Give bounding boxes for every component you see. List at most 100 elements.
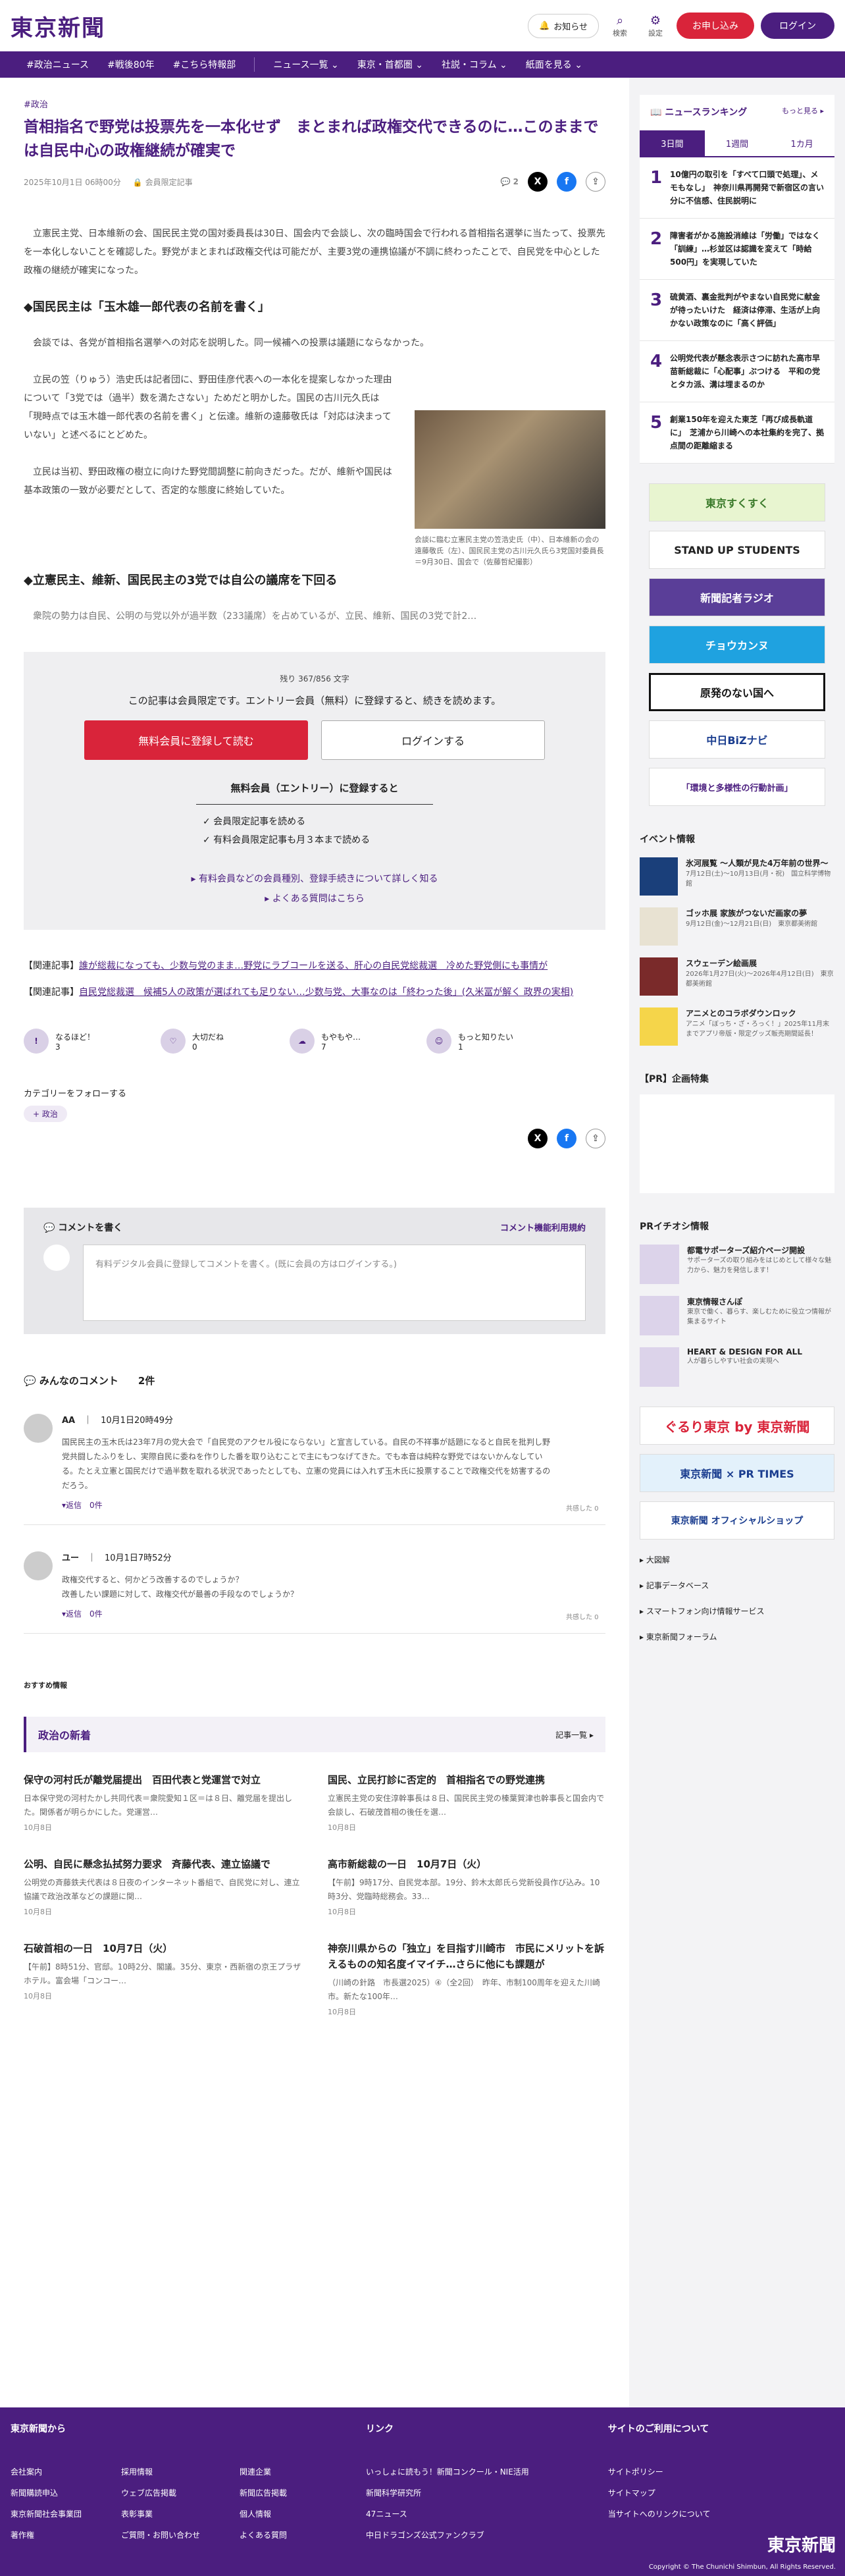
pr-item[interactable]: HEART & DESIGN FOR ALL 人が暮らしやすい社会の実現へ <box>640 1347 834 1387</box>
side-link[interactable]: ▸ 東京新聞フォーラム <box>640 1632 717 1642</box>
footer-link[interactable]: よくある質問 <box>240 2531 287 2540</box>
reaction-naruhodo[interactable]: ! なるほど！ 3 <box>24 1029 95 1054</box>
latest-more-link[interactable]: 記事一覧 ▸ <box>555 1729 594 1740</box>
reaction-label: なるほど！ <box>55 1032 95 1042</box>
ranking-item[interactable]: 3 硫黄酒、裏金批判がやまない自民党に献金が待ったいけた 経済は停滞、生活が上向か… <box>640 280 834 341</box>
register-button[interactable]: お申し込み <box>677 13 754 39</box>
banner-genpatsu[interactable]: 原発のない国へ <box>649 673 825 711</box>
comment-rules-link[interactable]: コメント機能利用規約 <box>500 1221 586 1234</box>
event-item[interactable]: スウェーデン絵画展 2026年1月27日(火)〜2026年4月12日(日) 東京都… <box>640 957 834 996</box>
nav-tokyo[interactable]: 東京・首都圏 ⌄ <box>357 58 423 71</box>
faq-link[interactable]: ▸ よくある質問はこちら <box>265 894 364 904</box>
share-icon[interactable]: ⇪ <box>586 1129 605 1148</box>
footer-link[interactable]: 中日ドラゴンズ公式ファンクラブ <box>366 2531 484 2540</box>
footer-link[interactable]: 当サイトへのリンクについて <box>608 2509 711 2519</box>
banner-shop[interactable]: 東京新聞 オフィシャルショップ <box>640 1501 834 1540</box>
side-link[interactable]: ▸ スマートフォン向け情報サービス <box>640 1607 764 1616</box>
share-icon[interactable]: ⇪ <box>586 172 605 192</box>
footer-link[interactable]: ご質問・お問い合わせ <box>121 2531 200 2540</box>
reply-toggle[interactable]: ▾返信 0件 <box>62 1498 557 1513</box>
ranking-more-link[interactable]: もっと見る ▸ <box>782 105 824 119</box>
footer-link[interactable]: ウェブ広告掲載 <box>121 2488 176 2498</box>
event-item[interactable]: アニメとのコラボダウンロック アニメ「ぼっち・ざ・ろっく！」2025年11月末まで… <box>640 1007 834 1046</box>
comment-count[interactable]: 💬 2 <box>501 177 519 186</box>
footer-link[interactable]: 47ニュース <box>366 2509 407 2519</box>
article-photo[interactable] <box>415 410 605 529</box>
nav-editorial[interactable]: 社説・コラム ⌄ <box>442 58 507 71</box>
nav-news-list[interactable]: ニュース一覧 ⌄ <box>273 58 338 71</box>
news-item[interactable]: 神奈川県からの「独立」を目指す川崎市 市民にメリットを訴えるものの知名度イマイチ… <box>328 1941 605 2017</box>
paywall-login-button[interactable]: ログインする <box>321 720 545 760</box>
facebook-share-icon[interactable]: f <box>557 172 576 192</box>
comment-author: ユー <box>62 1553 80 1563</box>
nav-postwar80[interactable]: #戦後80年 <box>107 58 155 71</box>
banner-standup[interactable]: STAND UP STUDENTS <box>649 531 825 569</box>
news-item[interactable]: 国民、立民打診に否定的 首相指名での野党連携 立憲民主党の安住淳幹事長は８日、国民… <box>328 1772 605 1833</box>
banner-choukanu[interactable]: チョウカンヌ <box>649 626 825 664</box>
related-link[interactable]: 自民党総裁選 候補5人の政策が選ばれても足りない…少数与党、大事なのは「終わった… <box>79 987 573 998</box>
footer-logo[interactable]: 東京新聞 <box>767 2532 836 2556</box>
news-item[interactable]: 保守の河村氏が離党届提出 百田代表と党運営で対立 日本保守党の河村たかし共同代表＝… <box>24 1772 301 1833</box>
site-logo[interactable]: 東京新聞 <box>11 10 105 42</box>
notice-button[interactable]: 🔔 お知らせ <box>528 13 599 38</box>
footer-link[interactable]: 表彰事業 <box>121 2509 153 2519</box>
side-link[interactable]: ▸ 大図解 <box>640 1555 670 1565</box>
banner-radio[interactable]: 新聞記者ラジオ <box>649 578 825 616</box>
footer-link[interactable]: 新聞購読申込 <box>11 2488 58 2498</box>
tab-3days[interactable]: 3日間 <box>640 130 705 156</box>
nav-tokuho[interactable]: #こちら特報部 <box>173 58 236 71</box>
category-tag[interactable]: #政治 <box>24 100 48 110</box>
search-button[interactable]: ⌕ 検索 <box>605 14 634 38</box>
banner-gururi[interactable]: ぐるり東京 by 東京新聞 <box>640 1407 834 1445</box>
footer-link[interactable]: サイトポリシー <box>608 2467 663 2477</box>
pr-plan-heading: 【PR】企画特集 <box>640 1074 709 1085</box>
pr-item[interactable]: 東京情報さんぽ 東京で働く、暮らす、楽しむために役立つ情報が集まるサイト <box>640 1296 834 1335</box>
facebook-share-icon[interactable]: f <box>557 1129 576 1148</box>
footer-link[interactable]: 個人情報 <box>240 2509 271 2519</box>
news-item[interactable]: 高市新総裁の一日 10月7日（火） 【午前】9時17分、自民党本部。19分、鈴木太… <box>328 1856 605 1917</box>
news-item[interactable]: 公明、自民に懸念払拭努力要求 斉藤代表、連立協議で 公明党の斉藤鉄夫代表は８日夜の… <box>24 1856 301 1917</box>
ranking-item[interactable]: 2 障害者がかる施設消維は「労働」ではなく「訓練」…杉並区は認識を変えて「時給50… <box>640 219 834 280</box>
comment-input[interactable]: 有料デジタル会員に登録してコメントを書く。(既に会員の方はログインする。) <box>83 1245 586 1321</box>
reaction-moyamoya[interactable]: ☁ もやもや… 7 <box>290 1029 361 1054</box>
banner-diversity[interactable]: 「環境と多様性の行動計画」 <box>649 768 825 806</box>
ranking-item[interactable]: 1 10億円の取引を「すべて口頭で処理」、メモもなし」 神奈川県再開発で新宿区の言… <box>640 157 834 219</box>
banner-prtimes[interactable]: 東京新聞 × PR TIMES <box>640 1454 834 1492</box>
event-item[interactable]: 氷河展覧 〜人類が見た4万年前の世界〜 7月12日(土)〜10月13日(月・祝) … <box>640 857 834 896</box>
ranking-item[interactable]: 5 創業150年を迎えた東芝「再び成長軌道に」 芝浦から川崎への本社集約を完了、拠… <box>640 402 834 464</box>
x-share-icon[interactable]: X <box>528 1129 548 1148</box>
event-item[interactable]: ゴッホ展 家族がつないだ画家の夢 9月12日(金)〜12月21日(日) 東京都美術… <box>640 907 834 946</box>
x-share-icon[interactable]: X <box>528 172 548 192</box>
footer-link[interactable]: 関連企業 <box>240 2467 271 2477</box>
register-read-button[interactable]: 無料会員に登録して読む <box>84 720 308 760</box>
reaction-motto[interactable]: ☺ もっと知りたい 1 <box>426 1029 513 1054</box>
related-link[interactable]: 誰が総裁になっても、少数与党のまま…野党にラブコールを送る、肝心の自民党総裁選 … <box>79 961 548 971</box>
footer-link[interactable]: 著作権 <box>11 2531 34 2540</box>
footer-link[interactable]: 採用情報 <box>121 2467 153 2477</box>
nav-paper[interactable]: 紙面を見る ⌄ <box>526 58 582 71</box>
tab-1week[interactable]: 1週間 <box>705 130 770 156</box>
tab-1month[interactable]: 1カ月 <box>769 130 834 156</box>
follow-politics-button[interactable]: + 政治 <box>24 1106 67 1122</box>
reaction-taisetsu[interactable]: ♡ 大切だね 0 <box>161 1029 224 1054</box>
footer-link[interactable]: 東京新聞社会事業団 <box>11 2509 82 2519</box>
side-link[interactable]: ▸ 記事データベース <box>640 1581 709 1590</box>
banner-biznavi[interactable]: 中日BiZナビ <box>649 720 825 759</box>
paragraph: 衆院の勢力は自民、公明の与党以外が過半数（233議席）を占めているが、立民、維新… <box>33 611 477 622</box>
pr-item[interactable]: 都電サポーターズ紹介ページ開設 サポーターズの取り組みをはじめとして様々な魅力から… <box>640 1245 834 1284</box>
settings-button[interactable]: ⚙ 設定 <box>641 14 670 38</box>
ranking-item[interactable]: 4 公明党代表が懸念表示さつに訪れた高市早苗新総裁に「心配事」ぶつける 平和の党と… <box>640 341 834 402</box>
footer-link[interactable]: 新聞広告掲載 <box>240 2488 287 2498</box>
footer-link[interactable]: サイトマップ <box>608 2488 655 2498</box>
news-item[interactable]: 石破首相の一日 10月7日（火） 【午前】8時51分、官邸。10時2分、閣議。35… <box>24 1941 301 2017</box>
reply-toggle[interactable]: ▾返信 0件 <box>62 1607 557 1621</box>
footer-link[interactable]: いっしょに読もう！新聞コンクール・NIE活用 <box>366 2467 529 2477</box>
footer-link[interactable]: 会社案内 <box>11 2467 42 2477</box>
banner-sukusuku[interactable]: 東京すくすく <box>649 483 825 522</box>
login-button[interactable]: ログイン <box>761 13 834 39</box>
like-button[interactable]: 共感した 0 <box>566 1611 605 1621</box>
membership-info-link[interactable]: ▸ 有料会員などの会員種別、登録手続きについて詳しく知る <box>191 874 438 884</box>
footer-link[interactable]: 新聞科学研究所 <box>366 2488 421 2498</box>
like-button[interactable]: 共感した 0 <box>566 1503 605 1513</box>
nav-politics[interactable]: #政治ニュース <box>26 58 89 71</box>
